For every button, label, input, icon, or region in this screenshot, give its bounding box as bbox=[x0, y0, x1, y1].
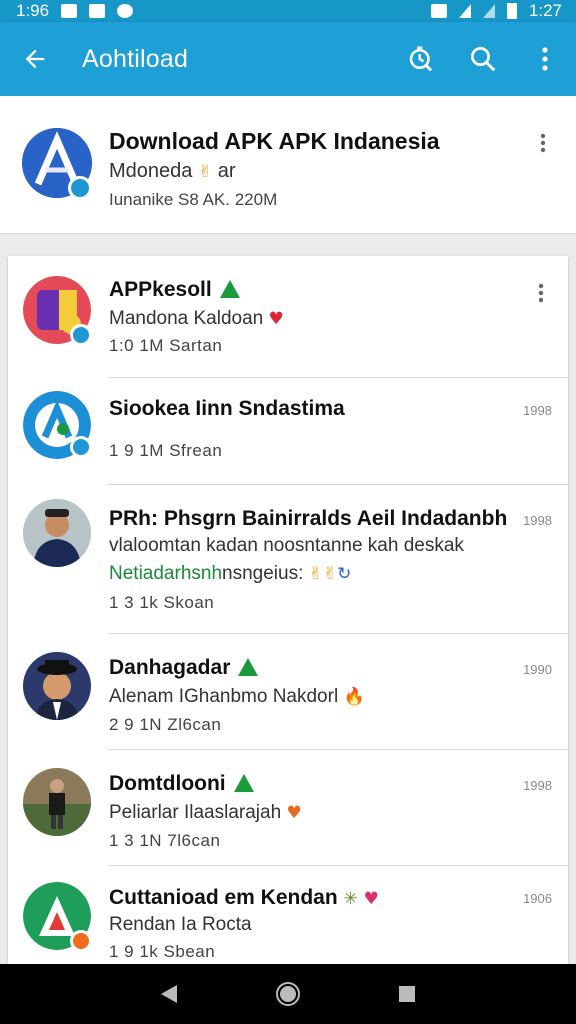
item-subtitle: Alenam IGhanbmo Nakdorl 🔥 bbox=[109, 686, 365, 708]
recents-square-icon bbox=[398, 986, 415, 1002]
back-arrow-icon bbox=[25, 49, 45, 69]
battery-icon bbox=[506, 3, 517, 19]
featured-subtitle-suffix: ar bbox=[217, 160, 236, 182]
item-time: 1998 bbox=[523, 513, 552, 528]
badge-icon bbox=[70, 930, 92, 952]
featured-meta: Iunanike S8 AK. 220M bbox=[109, 190, 278, 209]
green-up-badge-icon bbox=[219, 280, 240, 298]
app-bar: Aohtiload bbox=[0, 22, 576, 96]
green-up-badge-icon bbox=[238, 658, 259, 676]
back-triangle-icon bbox=[161, 985, 178, 1003]
item-title: Domtdlooni bbox=[109, 772, 254, 796]
item-subtitle-text: Mandona Kaldoan bbox=[109, 308, 264, 329]
featured-subtitle-text: Mdoneda bbox=[109, 160, 193, 182]
item-meta: 1:0 1M Sartan bbox=[109, 336, 223, 355]
status-bar: 1:96 1:27 bbox=[0, 0, 576, 22]
item-title-text: Domtdlooni bbox=[109, 772, 226, 795]
heart-icon: ♥ bbox=[286, 803, 302, 823]
list-item[interactable]: Cuttanioad em Kendan ✳ ♥ Rendan Ia Rocta… bbox=[8, 866, 568, 964]
item-time: 1998 bbox=[523, 778, 552, 793]
item-meta: 1 9 1M Sfrean bbox=[109, 441, 223, 460]
verified-badge-icon bbox=[70, 324, 92, 346]
heart-icon: ♥ bbox=[363, 889, 379, 909]
item-title: Danhagadar bbox=[109, 656, 259, 680]
leaf-icon: ✳ bbox=[343, 889, 358, 909]
timer-search-button[interactable] bbox=[390, 22, 452, 96]
featured-subtitle: Mdoneda ✌ ar bbox=[109, 160, 236, 183]
fire-icon: 🔥 bbox=[343, 687, 365, 707]
more-options-button[interactable] bbox=[514, 22, 576, 96]
item-title-text: Danhagadar bbox=[109, 656, 231, 679]
app-list: APPkesoll Mandona Kaldoan ♥ 1:0 1M Sarta… bbox=[8, 256, 568, 964]
page-title: Aohtiload bbox=[82, 44, 189, 73]
item-title: Siookea Iinn Sndastima bbox=[109, 397, 345, 420]
nav-home-button[interactable] bbox=[268, 974, 308, 1014]
notification-icon-3 bbox=[117, 4, 134, 18]
user-avatar bbox=[23, 652, 91, 720]
search-button[interactable] bbox=[452, 22, 514, 96]
back-button[interactable] bbox=[0, 22, 70, 96]
list-item[interactable]: Danhagadar Alenam IGhanbmo Nakdorl 🔥 2 9… bbox=[8, 634, 568, 750]
item-title: APPkesoll bbox=[109, 278, 240, 302]
item-title: PRh: Phsgrn Bainirralds Aeil Indadanbh bbox=[109, 507, 508, 530]
more-vert-icon bbox=[542, 47, 548, 71]
list-item[interactable]: Domtdlooni Peliarlar Ilaaslarajah ♥ 1 3 … bbox=[8, 750, 568, 866]
item-green-text: Netiadarhsnhnsngeius: ✌✌↻ bbox=[109, 563, 351, 585]
heart-icon: ♥ bbox=[268, 309, 284, 329]
status-time-right: 1:27 bbox=[528, 1, 562, 20]
signal-icon bbox=[482, 4, 495, 18]
featured-title: Download APK APK Indanesia bbox=[109, 128, 440, 154]
featured-item[interactable] bbox=[0, 96, 576, 234]
item-title-text: Cuttanioad em Kendan bbox=[109, 886, 338, 909]
more-vert-icon bbox=[540, 133, 546, 153]
user-avatar bbox=[23, 499, 91, 567]
item-time: 1906 bbox=[523, 891, 552, 906]
item-meta: 1 9 1k Sbean bbox=[109, 942, 216, 961]
item-subtitle: Mandona Kaldoan ♥ bbox=[109, 308, 284, 330]
timer-search-icon bbox=[409, 46, 433, 72]
featured-more-button[interactable] bbox=[528, 128, 558, 158]
verified-badge-icon bbox=[68, 176, 92, 200]
item-time: 1990 bbox=[523, 662, 552, 677]
item-meta: 1 3 1N 7l6can bbox=[109, 831, 221, 850]
item-time: 1998 bbox=[523, 403, 552, 418]
item-green-suffix: nsngeius: bbox=[222, 563, 304, 584]
notification-icon-2 bbox=[89, 4, 106, 18]
more-vert-icon bbox=[538, 283, 544, 303]
user-avatar bbox=[23, 768, 91, 836]
list-item[interactable]: APPkesoll Mandona Kaldoan ♥ 1:0 1M Sarta… bbox=[8, 256, 568, 378]
item-subtitle-text: Peliarlar Ilaaslarajah bbox=[109, 802, 282, 823]
loop-icon: ↻ bbox=[337, 564, 352, 584]
item-title-text: APPkesoll bbox=[109, 278, 212, 301]
status-time-left: 1:96 bbox=[16, 1, 50, 20]
home-circle-icon bbox=[275, 982, 300, 1006]
item-title: Cuttanioad em Kendan ✳ ♥ bbox=[109, 886, 379, 910]
nav-back-button[interactable] bbox=[149, 974, 189, 1014]
item-meta: 1 3 1k Skoan bbox=[109, 593, 215, 612]
item-subtitle: Peliarlar Ilaaslarajah ♥ bbox=[109, 802, 302, 824]
green-up-badge-icon bbox=[233, 774, 254, 792]
notification-icon bbox=[61, 4, 78, 18]
item-green-text-value: Netiadarhsnh bbox=[109, 563, 223, 584]
vibrate-icon bbox=[430, 4, 447, 18]
list-item[interactable]: PRh: Phsgrn Bainirralds Aeil Indadanbh v… bbox=[8, 485, 568, 634]
item-subtitle: Rendan Ia Rocta bbox=[109, 914, 252, 935]
search-icon bbox=[471, 47, 496, 72]
system-nav-bar bbox=[0, 964, 576, 1024]
verified-badge-icon bbox=[70, 436, 92, 458]
item-subtitle: vlaloomtan kadan noosntanne kah deskak bbox=[109, 535, 464, 556]
nav-recents-button[interactable] bbox=[387, 974, 427, 1014]
list-item[interactable]: Siookea Iinn Sndastima 1 9 1M Sfrean 199… bbox=[8, 378, 568, 485]
wifi-icon bbox=[458, 4, 471, 18]
item-subtitle-text: Alenam IGhanbmo Nakdorl bbox=[109, 686, 339, 707]
item-more-button[interactable] bbox=[526, 278, 556, 308]
emoji-icon: ✌✌ bbox=[308, 564, 338, 584]
item-meta: 2 9 1N Zl6can bbox=[109, 715, 222, 734]
featured-subtitle-emoji: ✌ bbox=[197, 162, 213, 182]
